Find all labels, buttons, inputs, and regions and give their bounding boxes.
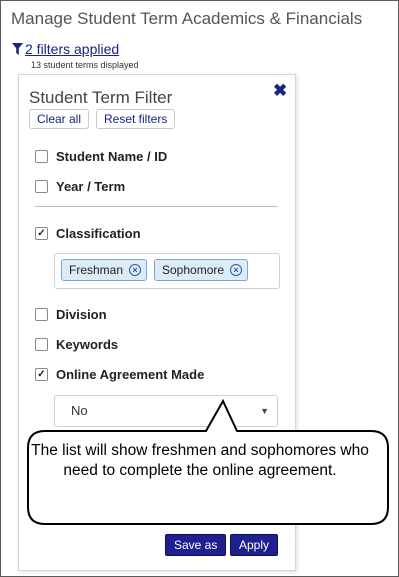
screenshot-frame: Manage Student Term Academics & Financia… (0, 0, 399, 577)
callout-text: The list will show freshmen and sophomor… (31, 442, 369, 479)
callout-bubble (27, 398, 389, 525)
